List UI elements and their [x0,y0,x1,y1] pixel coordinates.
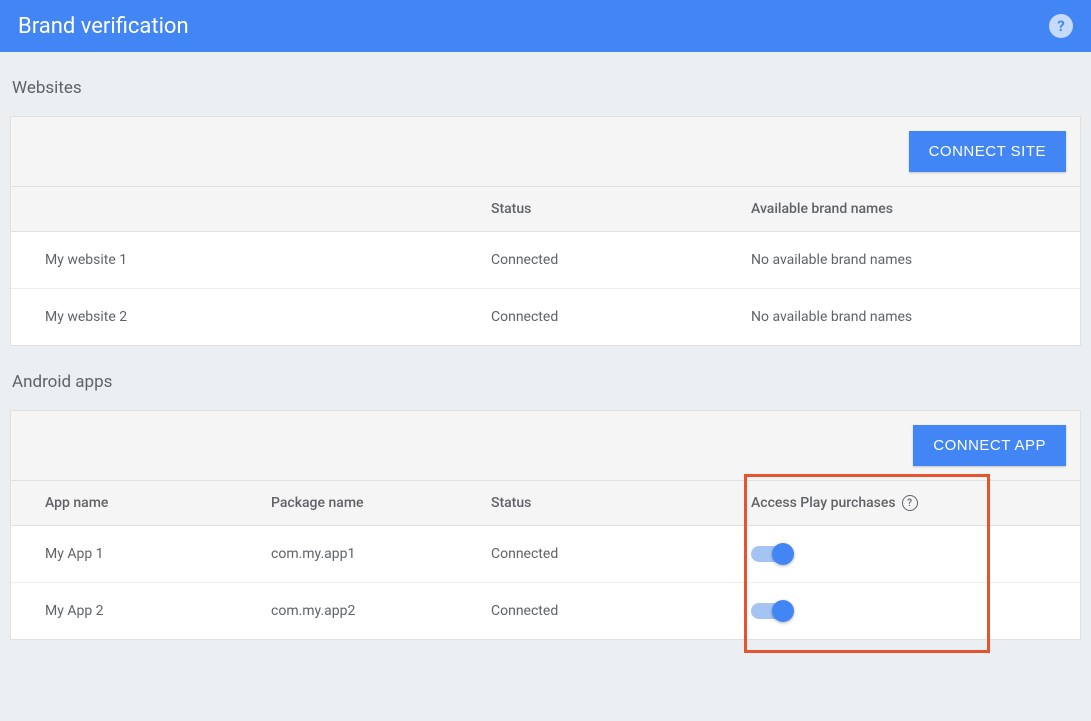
websites-table-header: Status Available brand names [11,187,1080,232]
apps-col-package: Package name [271,495,491,511]
page-title: Brand verification [18,14,189,39]
websites-col-status: Status [491,201,751,217]
apps-col-status: Status [491,495,751,511]
apps-card: CONNECT APP App name Package name Status… [10,410,1081,640]
app-package: com.my.app2 [271,603,491,619]
apps-table-header: App name Package name Status Access Play… [11,481,1080,526]
apps-col-access-label: Access Play purchases [751,495,896,511]
websites-actions: CONNECT SITE [11,117,1080,187]
app-name: My App 2 [11,603,271,619]
toggle-knob [772,600,794,622]
app-access-toggle-cell [751,603,1080,619]
access-play-purchases-toggle[interactable] [751,546,791,562]
connect-app-button[interactable]: CONNECT APP [913,425,1066,466]
apps-col-access: Access Play purchases ? [751,495,1080,511]
table-row: My App 2 com.my.app2 Connected [11,583,1080,639]
help-icon[interactable]: ? [902,495,918,511]
apps-col-appname: App name [11,495,271,511]
websites-section-label: Websites [0,52,1091,116]
connect-site-button[interactable]: CONNECT SITE [909,131,1066,172]
apps-section-label: Android apps [0,346,1091,410]
apps-actions: CONNECT APP [11,411,1080,481]
help-icon[interactable]: ? [1049,14,1073,38]
websites-card: CONNECT SITE Status Available brand name… [10,116,1081,346]
website-name: My website 1 [11,252,491,268]
toggle-knob [772,543,794,565]
table-row: My website 2 Connected No available bran… [11,289,1080,345]
website-status: Connected [491,309,751,325]
table-row: My App 1 com.my.app1 Connected [11,526,1080,583]
table-row: My website 1 Connected No available bran… [11,232,1080,289]
app-name: My App 1 [11,546,271,562]
websites-col-brands: Available brand names [751,201,1080,217]
app-access-toggle-cell [751,546,1080,562]
website-status: Connected [491,252,751,268]
app-status: Connected [491,603,751,619]
website-name: My website 2 [11,309,491,325]
website-brands: No available brand names [751,309,1080,325]
app-package: com.my.app1 [271,546,491,562]
page-header: Brand verification ? [0,0,1091,52]
website-brands: No available brand names [751,252,1080,268]
websites-col-name [11,201,491,217]
app-status: Connected [491,546,751,562]
content: Websites CONNECT SITE Status Available b… [0,52,1091,660]
access-play-purchases-toggle[interactable] [751,603,791,619]
